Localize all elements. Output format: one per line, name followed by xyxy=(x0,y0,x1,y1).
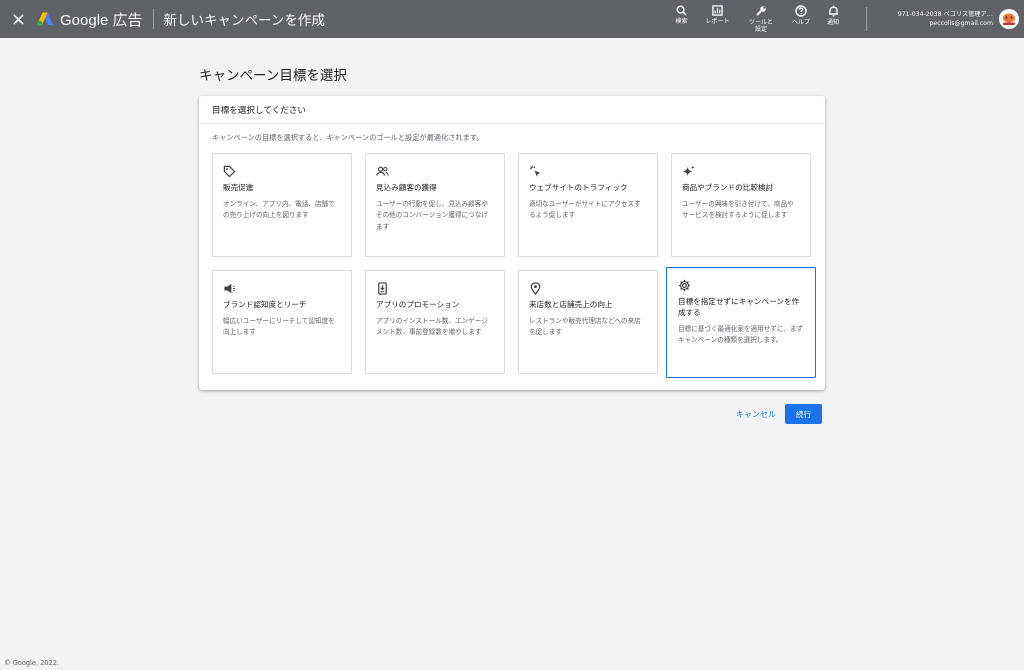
account-switcher[interactable]: 971-034-2038 ペコリス管理ア… peccolis@gmail.com xyxy=(866,0,1019,38)
page-title: 新しいキャンペーンを作成 xyxy=(163,13,325,29)
goal-title: 見込み顧客の獲得 xyxy=(376,183,437,192)
goal-title: ブランド認知度とリーチ xyxy=(223,300,307,309)
report-icon xyxy=(712,5,723,16)
goal-description: 適切なユーザーがサイトにアクセスするよう促します xyxy=(529,200,641,220)
goal-tile-sales[interactable]: 販売促進 オンライン、アプリ内、電話、店舗での売り上げの向上を図ります xyxy=(212,153,352,257)
tools-settings-label: ツールと 設定 xyxy=(748,19,773,33)
close-icon xyxy=(12,13,24,25)
tag-icon xyxy=(223,165,236,178)
goal-tile-consideration[interactable]: 商品やブランドの比較検討 ユーザーの興味を引き付けて、商品やサービスを検討するよ… xyxy=(671,153,811,257)
card-description: キャンペーンの目標を選択すると、キャンペーンのゴールと設定が最適化されます。 xyxy=(212,133,484,142)
goal-tile-store-visits[interactable]: 来店数と店舗売上の向上 レストランや販売代理店などへの来店を促します xyxy=(518,270,658,374)
header-divider xyxy=(152,9,154,29)
header-tools: 検索 レポート ツールと 設定 ヘルプ 通知 xyxy=(668,0,846,38)
cursor-click-icon xyxy=(529,165,541,177)
goal-title: 来店数と店舗売上の向上 xyxy=(529,300,613,309)
goal-description: 目標に基づく最適化案を適用せずに、まずキャンペーンの種類を選択します。 xyxy=(678,325,804,345)
search-label: 検索 xyxy=(675,18,688,25)
goal-title: 商品やブランドの比較検討 xyxy=(682,183,774,192)
megaphone-icon xyxy=(224,283,236,294)
top-app-bar: Google 広告 新しいキャンペーンを作成 検索 レポート ツールと 設定 ヘ… xyxy=(0,0,1024,38)
bell-icon xyxy=(828,5,838,17)
goal-description: 幅広いユーザーにリーチして認知度を向上します xyxy=(223,317,335,337)
reports-label: レポート xyxy=(705,18,730,25)
google-ads-logo-icon xyxy=(37,12,53,26)
card-header: 目標を選択してください xyxy=(199,96,825,124)
google-ads-logo[interactable]: Google 広告 xyxy=(36,9,143,30)
people-icon xyxy=(376,166,389,176)
goal-tile-leads[interactable]: 見込み顧客の獲得 ユーザーの行動を促し、見込み顧客やその他のコンバージョン獲得に… xyxy=(365,153,505,257)
avatar[interactable] xyxy=(999,9,1019,29)
notifications-label: 通知 xyxy=(826,19,839,26)
search-icon xyxy=(676,5,687,16)
search-button[interactable]: 検索 xyxy=(668,0,695,38)
phone-download-icon xyxy=(378,282,387,295)
page-heading: キャンペーン目標を選択 xyxy=(199,68,347,84)
help-label: ヘルプ xyxy=(791,19,810,26)
help-button[interactable]: ヘルプ xyxy=(782,0,820,38)
goal-title: ウェブサイトのトラフィック xyxy=(529,183,628,192)
goal-title: アプリのプロモーション xyxy=(376,300,460,309)
sparkle-icon xyxy=(682,165,695,177)
goal-selection-card: 目標を選択してください キャンペーンの目標を選択すると、キャンペーンのゴールと設… xyxy=(199,96,825,390)
goal-title: 目標を指定せずにキャンペーンを作成する xyxy=(678,297,800,317)
close-button[interactable] xyxy=(0,0,36,38)
goal-tile-no-goal[interactable]: 目標を指定せずにキャンペーンを作成する 目標に基づく最適化案を適用せずに、まずキ… xyxy=(666,267,816,378)
account-info: 971-034-2038 ペコリス管理ア… peccolis@gmail.com xyxy=(875,10,993,28)
notifications-button[interactable]: 通知 xyxy=(820,0,846,38)
reports-button[interactable]: レポート xyxy=(695,0,740,38)
avatar-image-icon xyxy=(999,9,1019,29)
help-icon xyxy=(795,5,807,17)
goal-description: ユーザーの興味を引き付けて、商品やサービスを検討するように促します xyxy=(682,200,794,220)
goal-description: ユーザーの行動を促し、見込み顧客やその他のコンバージョン獲得につなげます xyxy=(376,200,488,231)
goal-tile-app-promotion[interactable]: アプリのプロモーション アプリのインストール数、エンゲージメント数、事前登録数を… xyxy=(365,270,505,374)
goal-tile-website-traffic[interactable]: ウェブサイトのトラフィック 適切なユーザーがサイトにアクセスするよう促します xyxy=(518,153,658,257)
brand-name: Google 広告 xyxy=(60,11,143,29)
wrench-icon xyxy=(756,6,766,16)
cancel-button[interactable]: キャンセル xyxy=(730,404,782,424)
gear-icon xyxy=(678,279,691,292)
copyright-footer: © Google, 2022. xyxy=(4,659,60,667)
goal-title: 販売促進 xyxy=(223,183,254,192)
account-email: peccolis@gmail.com xyxy=(929,20,993,27)
account-divider xyxy=(866,7,867,31)
location-pin-icon xyxy=(530,282,541,295)
goal-description: アプリのインストール数、エンゲージメント数、事前登録数を増やします xyxy=(376,317,488,337)
goal-tile-brand-awareness[interactable]: ブランド認知度とリーチ 幅広いユーザーにリーチして認知度を向上します xyxy=(212,270,352,374)
tools-settings-button[interactable]: ツールと 設定 xyxy=(740,0,782,38)
goal-description: レストランや販売代理店などへの来店を促します xyxy=(529,317,641,337)
continue-button[interactable]: 続行 xyxy=(785,404,822,424)
account-name: 971-034-2038 ペコリス管理ア… xyxy=(897,11,993,18)
goal-description: オンライン、アプリ内、電話、店舗での売り上げの向上を図ります xyxy=(223,200,335,220)
